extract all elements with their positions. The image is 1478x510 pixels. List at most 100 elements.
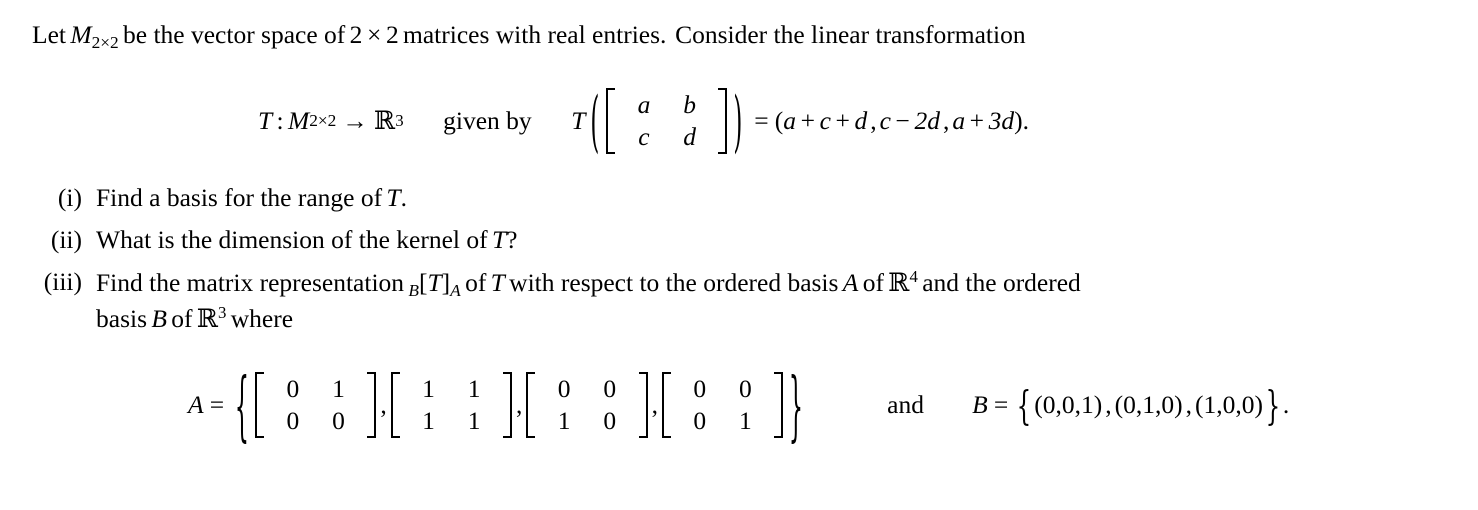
matrix-row: 00	[541, 373, 632, 405]
matrix-rep-left-subscript: B	[408, 280, 419, 300]
vector-component: 0	[1161, 390, 1175, 420]
domain-symbol: M	[287, 106, 310, 136]
applied-map-name: T	[571, 106, 586, 136]
matrix-rep-right-subscript: A	[450, 280, 461, 300]
vector-component: 0	[1123, 390, 1136, 420]
matrix-cell: 0	[603, 374, 617, 403]
basis-display-equation: A = { 01 00 , 11 11 , 00 10 , 0 0 0 1} …	[0, 367, 1478, 443]
space-b-symbol: ℝ	[196, 303, 219, 334]
matrix-cell: 0	[603, 406, 617, 436]
matrix-cell: 0	[693, 406, 707, 436]
list-item: (ii) What is the dimension of the kernel…	[28, 225, 1458, 255]
matrix-cell: 1	[557, 406, 571, 436]
argument-matrix: ab cd	[606, 88, 728, 155]
item-ii-variable: T	[491, 225, 507, 254]
colon-operator: :	[276, 106, 284, 136]
tuple-component-1-term-3: d	[854, 106, 868, 136]
map-name: T	[258, 106, 273, 136]
item-iii-variable-T: T	[490, 267, 505, 297]
open-paren-big: (	[590, 82, 600, 160]
basis-matrix-4: 00 01	[661, 372, 784, 439]
tuple-open-paren: (	[774, 106, 784, 136]
basis-separator: ,	[651, 390, 658, 420]
set-a-equals: =	[209, 390, 225, 420]
basis-separator: ,	[515, 390, 523, 420]
vector-component: 0	[1042, 390, 1056, 420]
matrix-cell: d	[683, 122, 696, 152]
given-by-text: given by	[443, 106, 532, 136]
matrix-row: 00	[677, 373, 768, 405]
tuple-component-3-sign-2: +	[969, 106, 985, 136]
item-iii-text-e: and the ordered	[922, 267, 1081, 297]
dimension-a: 2	[349, 20, 363, 49]
conjunction-and: and	[887, 390, 924, 420]
matrix-row: 01	[677, 405, 768, 437]
matrix-cell: 0	[739, 374, 752, 403]
basis-a-symbol: A	[842, 267, 859, 297]
matrix-bracket-left	[661, 372, 671, 439]
matrix-cell: 1	[739, 406, 752, 436]
set-b-equals: =	[993, 390, 1009, 420]
codomain-exponent: 3	[395, 111, 404, 131]
matrix-cell: 1	[467, 406, 481, 436]
item-ii-punctuation: ?	[506, 225, 518, 254]
item-iii-line2-text-a: basis	[96, 303, 147, 333]
item-i-variable: T	[386, 183, 401, 212]
item-label-i: (i)	[57, 183, 82, 212]
item-iii-text-d: of	[862, 267, 884, 297]
tuple-component-3-term-1: a	[952, 106, 966, 136]
matrix-cell: b	[683, 90, 696, 119]
matrix-row: 00	[270, 405, 361, 437]
matrix-bracket-right	[638, 372, 648, 439]
matrix-bracket-right	[718, 88, 728, 155]
item-label-iii: (iii)	[43, 267, 82, 296]
item-i-text: Find a basis for the range of	[96, 183, 383, 212]
item-iii-line2-text-c: where	[230, 303, 294, 333]
equals-operator: =	[754, 106, 769, 136]
matrix-cell: a	[637, 90, 651, 119]
domain-subscript: 2×2	[309, 111, 337, 131]
matrix-rep-close-bracket: ]	[441, 267, 451, 297]
matrix-cell: 1	[332, 374, 345, 403]
close-paren-big: )	[733, 82, 743, 160]
space-a-symbol: ℝ	[888, 267, 910, 298]
item-iii-line2-text-b: of	[171, 303, 193, 333]
vector-component: 1	[1081, 390, 1094, 420]
intro-text-part1: Let	[32, 20, 66, 49]
item-iii-line2: basis Bof ℝ3 where	[96, 303, 1458, 334]
matrix-row: ab	[621, 89, 712, 121]
set-b-name: B	[972, 390, 988, 420]
vector-separator: ,	[1105, 390, 1112, 420]
basis-separator: ,	[380, 390, 387, 420]
equation-period: .	[1022, 106, 1029, 136]
set-b-open-brace: {	[1016, 381, 1032, 429]
matrix-bracket-left	[526, 372, 536, 439]
vector-component: 0	[1061, 390, 1075, 420]
item-i-punctuation: .	[400, 183, 407, 212]
matrix-cell: c	[638, 122, 650, 152]
matrix-space-symbol: M	[70, 20, 92, 49]
matrix-rep-body: T	[427, 267, 442, 297]
arrow-operator: →	[342, 106, 368, 136]
set-b-vector-2: (0,1,0)	[1114, 390, 1183, 420]
tuple-component-2-term-1: c	[879, 106, 891, 136]
basis-matrix-2: 11 11	[390, 372, 512, 439]
matrix-space-subscript: 2×2	[91, 32, 119, 52]
matrix-row: 11	[406, 405, 497, 437]
tuple-component-1-sign-3: +	[835, 106, 850, 136]
space-a-exponent: 4	[909, 267, 918, 286]
tuple-component-3-term-2: 3d	[988, 106, 1015, 136]
set-a-open-brace: {	[234, 360, 250, 450]
basis-matrix-1: 01 00	[255, 372, 377, 439]
tuple-comma: ,	[942, 106, 950, 136]
matrix-cell: 0	[557, 374, 571, 403]
item-ii-text: What is the dimension of the kernel of	[96, 225, 488, 254]
item-body-ii: What is the dimension of the kernel of T?	[96, 225, 1458, 255]
space-b-exponent: 3	[218, 302, 227, 322]
matrix-cell: 0	[693, 374, 707, 403]
item-iii-text-a: Find the matrix representation	[96, 267, 405, 297]
matrix-row: cd	[621, 121, 712, 153]
basis-equation-period: .	[1282, 390, 1290, 420]
item-label-ii: (ii)	[50, 225, 82, 254]
tuple-component-2-sign-2: −	[895, 106, 910, 136]
